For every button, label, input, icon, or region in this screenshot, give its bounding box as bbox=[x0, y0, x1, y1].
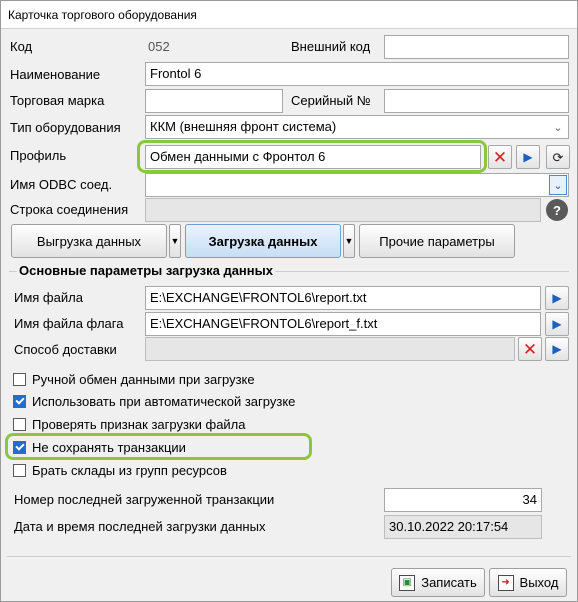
connection-label: Строка соединения bbox=[10, 202, 129, 217]
serial-input[interactable] bbox=[384, 89, 569, 113]
odbc-label: Имя ODBC соед. bbox=[10, 177, 113, 192]
arrow-right-icon: ▶ bbox=[552, 291, 562, 305]
delivery-label: Способ доставки bbox=[14, 342, 117, 357]
profile-open-button[interactable]: ▶ bbox=[516, 145, 540, 169]
profile-refresh-button[interactable]: ⟳ bbox=[546, 145, 570, 169]
no-save-transactions-checkbox[interactable] bbox=[13, 441, 26, 454]
code-label: Код bbox=[10, 39, 33, 54]
check-flag-checkbox[interactable] bbox=[13, 418, 26, 431]
warehouse-groups-checkbox[interactable] bbox=[13, 464, 26, 477]
export-dropdown-button[interactable]: ▼ bbox=[169, 224, 181, 258]
connection-input bbox=[145, 198, 541, 222]
exit-button-label: Выход bbox=[519, 575, 559, 590]
last-transaction-value: 34 bbox=[384, 488, 542, 512]
exit-icon: ➜ bbox=[497, 574, 514, 591]
name-label: Наименование bbox=[10, 67, 101, 82]
no-save-transactions-label[interactable]: Не сохранять транзакции bbox=[32, 440, 186, 455]
flagfile-input[interactable]: E:\EXCHANGE\FRONTOL6\report_f.txt bbox=[145, 312, 541, 336]
caret-down-icon: ▼ bbox=[344, 236, 354, 246]
save-button[interactable]: ▣ Записать bbox=[391, 568, 485, 597]
chevron-down-icon[interactable]: ⌄ bbox=[549, 175, 567, 195]
odbc-select[interactable]: ⌄ bbox=[145, 173, 569, 197]
filename-input[interactable]: E:\EXCHANGE\FRONTOL6\report.txt bbox=[145, 286, 541, 310]
import-data-button[interactable]: Загрузка данных bbox=[185, 224, 341, 258]
chevron-down-icon[interactable]: ⌄ bbox=[549, 117, 567, 137]
delivery-input bbox=[145, 337, 515, 361]
other-params-button[interactable]: Прочие параметры bbox=[359, 224, 515, 258]
arrow-right-icon: ▶ bbox=[552, 342, 562, 356]
footer-divider bbox=[7, 556, 571, 557]
caret-down-icon: ▼ bbox=[170, 236, 180, 246]
flagfile-label: Имя файла флага bbox=[14, 316, 124, 331]
window-title: Карточка торгового оборудования bbox=[8, 8, 197, 22]
external-code-label: Внешний код bbox=[291, 39, 371, 54]
auto-load-checkbox[interactable] bbox=[13, 395, 26, 408]
external-code-input[interactable] bbox=[384, 35, 569, 59]
manual-exchange-checkbox[interactable] bbox=[13, 373, 26, 386]
clear-icon: ✕ bbox=[522, 339, 538, 359]
clear-icon: ✕ bbox=[492, 147, 508, 167]
save-button-label: Записать bbox=[421, 575, 477, 590]
equipment-card-window: Карточка торгового оборудования Код 052 … bbox=[0, 0, 578, 602]
profile-label: Профиль bbox=[10, 148, 67, 163]
brand-input[interactable] bbox=[145, 89, 283, 113]
profile-input[interactable]: Обмен данными с Фронтол 6 bbox=[145, 145, 481, 169]
delivery-clear-button[interactable]: ✕ bbox=[518, 337, 542, 361]
auto-load-label[interactable]: Использовать при автоматической загрузке bbox=[32, 394, 295, 409]
save-icon: ▣ bbox=[399, 574, 416, 591]
check-flag-label[interactable]: Проверять признак загрузки файла bbox=[32, 417, 246, 432]
delivery-open-button[interactable]: ▶ bbox=[545, 337, 569, 361]
manual-exchange-label[interactable]: Ручной обмен данными при загрузке bbox=[32, 372, 255, 387]
import-group-title: Основные параметры загрузка данных bbox=[17, 263, 275, 278]
arrow-right-icon: ▶ bbox=[552, 317, 562, 331]
name-input[interactable]: Frontol 6 bbox=[145, 62, 569, 86]
code-value: 052 bbox=[148, 39, 170, 54]
import-dropdown-button[interactable]: ▼ bbox=[343, 224, 355, 258]
last-load-value: 30.10.2022 20:17:54 bbox=[384, 515, 542, 539]
flagfile-open-button[interactable]: ▶ bbox=[545, 312, 569, 336]
type-select-value: ККМ (внешняя фронт система) bbox=[150, 119, 337, 134]
arrow-right-icon: ▶ bbox=[523, 150, 533, 164]
serial-label: Серийный № bbox=[291, 93, 371, 108]
type-label: Тип оборудования bbox=[10, 120, 121, 135]
refresh-icon: ⟳ bbox=[552, 149, 564, 165]
help-icon[interactable]: ? bbox=[546, 199, 568, 221]
filename-open-button[interactable]: ▶ bbox=[545, 286, 569, 310]
warehouse-groups-label[interactable]: Брать склады из групп ресурсов bbox=[32, 463, 227, 478]
brand-label: Торговая марка bbox=[10, 93, 105, 108]
profile-clear-button[interactable]: ✕ bbox=[488, 145, 512, 169]
exit-button[interactable]: ➜ Выход bbox=[489, 568, 567, 597]
type-select[interactable]: ККМ (внешняя фронт система) ⌄ bbox=[145, 115, 569, 139]
last-load-label: Дата и время последней загрузки данных bbox=[14, 519, 266, 534]
export-data-button[interactable]: Выгрузка данных bbox=[11, 224, 167, 258]
title-bar: Карточка торгового оборудования bbox=[1, 1, 577, 29]
last-transaction-label: Номер последней загруженной транзакции bbox=[14, 492, 275, 507]
filename-label: Имя файла bbox=[14, 290, 83, 305]
